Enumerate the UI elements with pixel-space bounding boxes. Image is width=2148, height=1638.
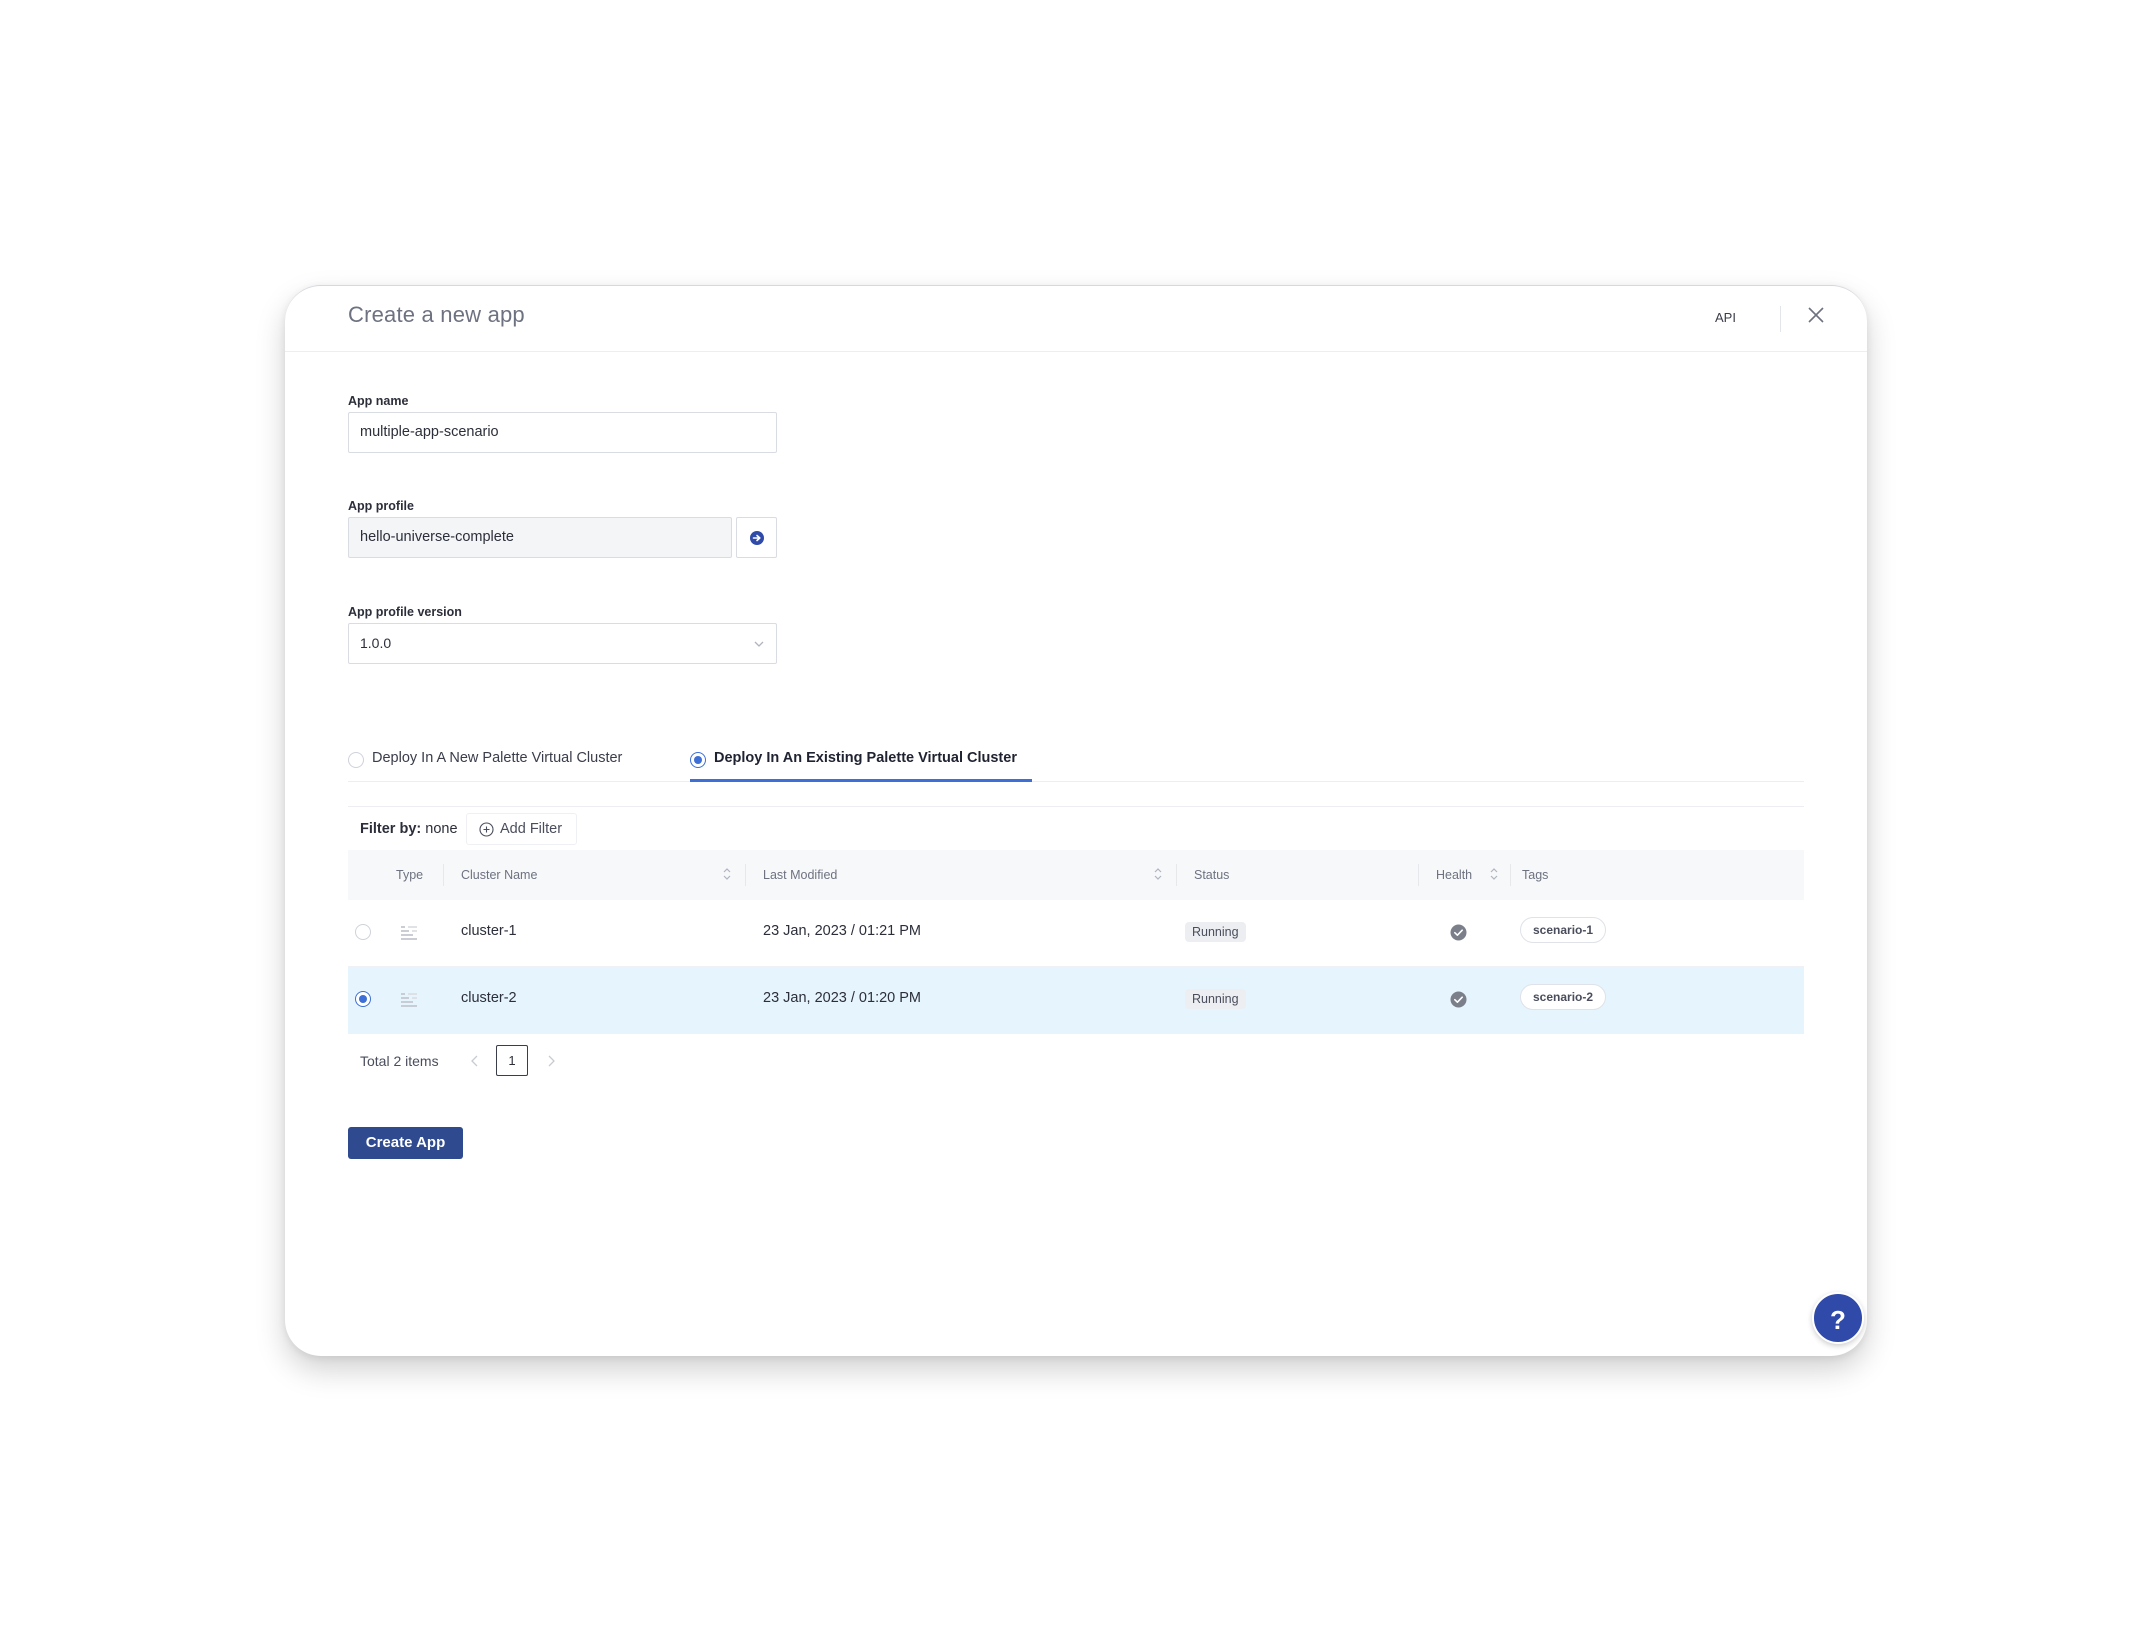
deploy-existing-cluster-label: Deploy In An Existing Palette Virtual Cl… [714,750,1017,766]
table-row[interactable]: cluster-2 23 Jan, 2023 / 01:20 PM Runnin… [348,967,1804,1034]
app-profile-version-value: 1.0.0 [360,635,392,651]
header-divider [1780,306,1781,332]
column-separator [1176,864,1177,886]
last-modified-cell: 23 Jan, 2023 / 01:20 PM [763,990,921,1006]
pagination: Total 2 items 1 [348,1043,748,1079]
app-name-label: App name [348,394,409,408]
app-name-input[interactable]: multiple-app-scenario [348,412,777,453]
row-select-radio[interactable] [355,924,371,940]
active-tab-underline [690,779,1032,782]
dialog-title: Create a new app [348,302,525,327]
row-select-radio[interactable] [355,991,371,1007]
column-header-cluster-name[interactable]: Cluster Name [461,868,537,882]
filter-prefix: Filter by: [360,821,422,837]
status-badge: Running [1185,989,1246,1009]
column-header-type: Type [396,868,424,882]
plus-circle-icon [479,821,494,837]
app-profile-version-select[interactable]: 1.0.0 [348,623,777,664]
check-circle-icon [1450,991,1467,1008]
app-profile-version-label: App profile version [348,605,462,619]
column-header-tags: Tags [1522,868,1549,882]
check-circle-icon [1450,924,1467,941]
table-header: Type Cluster Name Last Modified Status H… [348,850,1804,900]
clusters-table: Type Cluster Name Last Modified Status H… [348,850,1804,1034]
cluster-name-cell[interactable]: cluster-1 [461,923,517,939]
filter-bar: Filter by: none Add Filter [348,806,1804,850]
cluster-name-cell[interactable]: cluster-2 [461,990,517,1006]
cluster-type-icon [401,993,417,1007]
chevron-right-icon[interactable] [544,1053,558,1069]
sort-icon[interactable] [1489,866,1499,882]
total-items-text: Total 2 items [360,1053,439,1069]
add-filter-label: Add Filter [500,821,563,837]
tag-badge: scenario-1 [1520,917,1607,943]
column-header-last-modified[interactable]: Last Modified [763,868,837,882]
create-app-button[interactable]: Create App [348,1127,463,1159]
api-link[interactable]: API [1715,310,1736,325]
filter-value: none [425,821,458,837]
filter-summary: Filter by: none [360,821,458,837]
app-profile-label: App profile [348,499,414,513]
tag-badge: scenario-2 [1520,984,1607,1010]
last-modified-cell: 23 Jan, 2023 / 01:21 PM [763,923,921,939]
cluster-type-icon [401,926,417,940]
column-separator [745,864,746,886]
dialog-header: Create a new app API [285,286,1867,352]
create-app-dialog: Create a new app API App name multiple-a… [285,285,1867,1356]
column-separator [1510,864,1511,886]
deploy-new-cluster-radio[interactable] [348,752,364,768]
help-button[interactable]: ? [1812,1292,1864,1344]
deploy-existing-cluster-option[interactable]: Deploy In An Existing Palette Virtual Cl… [690,742,1032,782]
app-profile-input[interactable]: hello-universe-complete [348,517,732,558]
app-profile-open-button[interactable] [736,517,777,558]
arrow-right-circle-icon [749,530,764,545]
column-separator [1418,864,1419,886]
status-badge: Running [1185,922,1246,942]
page-number-button[interactable]: 1 [496,1045,528,1076]
column-header-status: Status [1194,868,1230,882]
table-row[interactable]: cluster-1 23 Jan, 2023 / 01:21 PM Runnin… [348,900,1804,967]
chevron-down-icon [754,641,764,647]
deploy-option-tabs: Deploy In A New Palette Virtual Cluster … [348,742,1804,782]
close-icon [1808,307,1824,323]
sort-icon[interactable] [1153,866,1163,882]
add-filter-button[interactable]: Add Filter [466,813,578,845]
close-button[interactable] [1802,301,1830,329]
deploy-new-cluster-option[interactable]: Deploy In A New Palette Virtual Cluster [348,742,648,782]
sort-icon[interactable] [722,866,732,882]
column-header-health[interactable]: Health [1436,868,1472,882]
column-separator [443,864,444,886]
deploy-existing-cluster-radio[interactable] [690,752,706,768]
deploy-new-cluster-label: Deploy In A New Palette Virtual Cluster [372,750,623,766]
chevron-left-icon[interactable] [468,1053,482,1069]
